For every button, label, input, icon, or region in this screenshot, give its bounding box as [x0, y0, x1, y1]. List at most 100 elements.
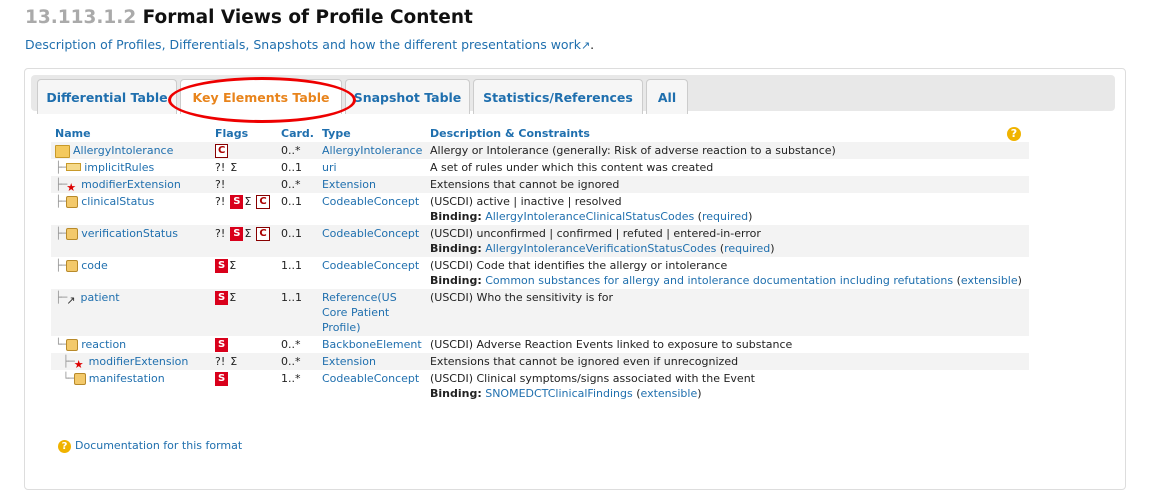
type-link[interactable]: CodeableConcept: [317, 193, 426, 225]
cardinality-cell: 0..*: [277, 353, 318, 370]
key-elements-table: Name Flags Card. Type Description & Cons…: [51, 125, 1029, 402]
binding-strength-link[interactable]: extensible: [641, 387, 698, 400]
flag-text: Σ: [244, 195, 252, 208]
backbone-element-icon: [66, 339, 79, 351]
table-row: ├─★ modifierExtension?! Σ 0..* Extension Exte…: [51, 353, 1029, 371]
extension-icon: ★: [73, 357, 84, 371]
view-tab-bar: Differential Table Key Elements Table Sn…: [31, 75, 1115, 123]
description-text: (USCDI) Who the sensitivity is for: [429, 291, 614, 304]
description-text: (USCDI) Code that identifies the allergy…: [429, 259, 728, 272]
must-support-badge[interactable]: S: [215, 338, 229, 352]
type-link[interactable]: CodeableConcept: [317, 225, 426, 257]
type-link[interactable]: BackboneElement: [317, 336, 426, 353]
description-cell: (USCDI) Who the sensitivity is for: [425, 289, 1029, 336]
description-cell: (USCDI) unconfirmed | confirmed | refute…: [425, 225, 1029, 257]
binding-strength-link[interactable]: required: [724, 242, 770, 255]
element-name-link[interactable]: implicitRules: [84, 161, 154, 174]
type-link[interactable]: AllergyIntolerance: [317, 142, 426, 159]
element-name-link[interactable]: modifierExtension: [81, 178, 181, 191]
type-link[interactable]: Reference(US Core Patient Profile): [317, 289, 426, 336]
element-name-link[interactable]: code: [81, 259, 108, 272]
tab-snapshot-table[interactable]: Snapshot Table: [345, 79, 470, 114]
documentation-link-text[interactable]: Documentation for this format: [75, 439, 242, 452]
table-row: ├─ implicitRules ?! Σ 0..1 uri A set of rules …: [51, 159, 1029, 176]
description-cell: A set of rules under which this content …: [425, 159, 1029, 176]
element-name-link[interactable]: clinicalStatus: [81, 195, 154, 208]
profiles-description-text[interactable]: Description of Profiles, Differentials, …: [25, 37, 581, 52]
tree-connector: ├─: [55, 161, 67, 174]
tree-connector: ├─: [55, 259, 67, 272]
element-name-link[interactable]: reaction: [81, 338, 126, 351]
table-row: ├─★ modifierExtension?! 0..* Extension Exten…: [51, 176, 1029, 194]
tree-connector: ├─: [55, 291, 67, 304]
constraint-badge[interactable]: C: [256, 195, 270, 209]
element-name-cell: AllergyIntolerance: [51, 142, 211, 159]
binding-strength-link[interactable]: required: [702, 210, 748, 223]
type-link[interactable]: CodeableConcept: [317, 257, 426, 289]
description-cell: Extensions that cannot be ignored: [425, 176, 1029, 193]
primitive-type-icon: [66, 163, 82, 171]
col-type: Type: [321, 127, 351, 140]
section-title: Formal Views of Profile Content: [142, 7, 473, 28]
table-row: ├─↗ patient S Σ 1..1 Reference(US Core Patien…: [51, 289, 1029, 336]
col-description: Description & Constraints: [429, 127, 590, 140]
must-support-badge[interactable]: S: [215, 291, 229, 305]
type-link[interactable]: CodeableConcept: [317, 370, 426, 402]
tab-differential-table[interactable]: Differential Table: [37, 79, 177, 114]
col-name: Name: [55, 127, 91, 140]
binding-line: Binding: AllergyIntoleranceClinicalStatu…: [429, 210, 753, 223]
binding-valueset-link[interactable]: AllergyIntoleranceClinicalStatusCodes: [485, 210, 694, 223]
binding-valueset-link[interactable]: AllergyIntoleranceVerificationStatusCode…: [485, 242, 716, 255]
must-support-badge[interactable]: S: [215, 259, 229, 273]
col-flags: Flags: [215, 127, 249, 140]
datatype-icon: [66, 260, 79, 272]
table-row: AllergyIntolerance C 0..* AllergyIntoleranc…: [51, 142, 1029, 159]
description-text: Extensions that cannot be ignored: [429, 178, 620, 191]
element-name-link[interactable]: manifestation: [89, 372, 165, 385]
documentation-link[interactable]: ? Documentation for this format: [58, 439, 242, 453]
must-support-badge[interactable]: S: [230, 227, 244, 241]
profiles-description-link[interactable]: Description of Profiles, Differentials, …: [25, 37, 594, 52]
tab-statistics-references[interactable]: Statistics/References: [473, 79, 643, 114]
flag-text: Σ: [230, 355, 238, 368]
description-cell: (USCDI) Code that identifies the allergy…: [425, 257, 1029, 289]
element-name-link[interactable]: verificationStatus: [81, 227, 178, 240]
element-name-cell: ├─ code: [51, 257, 211, 289]
element-name-cell: ├─★ modifierExtension: [51, 353, 211, 371]
cardinality-cell: 0..1: [277, 193, 318, 225]
description-text: (USCDI) unconfirmed | confirmed | refute…: [429, 227, 761, 240]
element-name-link[interactable]: AllergyIntolerance: [73, 144, 173, 157]
type-link[interactable]: uri: [317, 159, 426, 176]
element-name-link[interactable]: modifierExtension: [89, 355, 189, 368]
tree-connector: ├─: [55, 355, 74, 368]
flag-text: ?!: [215, 161, 226, 174]
flags-cell: ?! S Σ C: [211, 193, 277, 225]
description-cell: Extensions that cannot be ignored even i…: [425, 353, 1029, 370]
constraint-badge[interactable]: C: [215, 144, 229, 158]
description-text: (USCDI) active | inactive | resolved: [429, 195, 622, 208]
cardinality-cell: 1..1: [277, 257, 318, 289]
must-support-badge[interactable]: S: [230, 195, 244, 209]
flag-text: ?!: [215, 355, 226, 368]
flag-text: ?!: [215, 195, 226, 208]
type-link[interactable]: Extension: [317, 176, 426, 193]
binding-valueset-link[interactable]: Common substances for allergy and intole…: [485, 274, 953, 287]
cardinality-cell: 0..1: [277, 159, 318, 176]
tab-key-elements-table[interactable]: Key Elements Table: [180, 79, 342, 114]
extension-icon: ★: [66, 180, 77, 194]
description-cell: Allergy or Intolerance (generally: Risk …: [425, 142, 1029, 159]
table-row: ├─ clinicalStatus?! S Σ C 0..1 CodeableConcept…: [51, 193, 1029, 225]
constraint-badge[interactable]: C: [256, 227, 270, 241]
binding-valueset-link[interactable]: SNOMEDCTClinicalFindings: [485, 387, 632, 400]
binding-strength-link[interactable]: extensible: [961, 274, 1018, 287]
binding-line: Binding: Common substances for allergy a…: [429, 274, 1022, 287]
must-support-badge[interactable]: S: [215, 372, 229, 386]
type-link[interactable]: Extension: [317, 353, 426, 370]
element-name-link[interactable]: patient: [80, 291, 119, 304]
element-name-cell: ├─ clinicalStatus: [51, 193, 211, 225]
flags-cell: ?! Σ: [211, 159, 277, 176]
flag-text: Σ: [229, 259, 237, 272]
cardinality-cell: 0..*: [277, 142, 318, 159]
description-cell: (USCDI) Adverse Reaction Events linked t…: [425, 336, 1029, 353]
tab-all[interactable]: All: [646, 79, 688, 114]
